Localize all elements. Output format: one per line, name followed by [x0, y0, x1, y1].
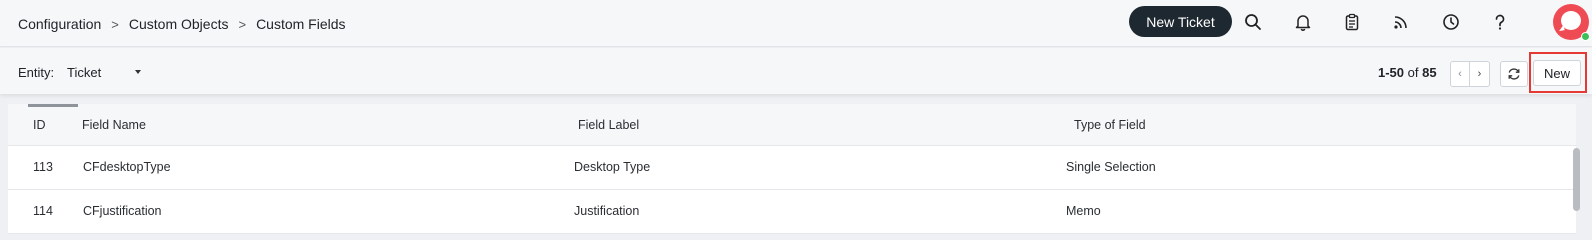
- table-header: ID Field Name Field Label Type of Field: [8, 104, 1576, 146]
- entity-select-value: Ticket: [67, 64, 102, 80]
- pagination-of: of: [1407, 65, 1419, 80]
- top-header: Configuration > Custom Objects > Custom …: [0, 0, 1592, 47]
- column-header-field-label[interactable]: Field Label: [578, 118, 639, 132]
- breadcrumb-separator: >: [238, 16, 247, 32]
- breadcrumb: Configuration > Custom Objects > Custom …: [18, 14, 346, 34]
- cell-id: 114: [33, 204, 53, 218]
- active-tab-indicator: [28, 104, 78, 107]
- column-header-field-name[interactable]: Field Name: [82, 118, 146, 132]
- clipboard-icon[interactable]: [1341, 11, 1363, 33]
- next-page-button[interactable]: ›: [1470, 61, 1490, 87]
- cell-field-name[interactable]: CFjustification: [83, 204, 162, 218]
- pagination-total: 85: [1422, 65, 1437, 80]
- cell-field-name[interactable]: CFdesktopType: [83, 160, 171, 174]
- pagination-range: 1-50: [1378, 65, 1405, 80]
- clock-icon[interactable]: [1440, 11, 1462, 33]
- bell-icon[interactable]: [1292, 11, 1314, 33]
- column-header-id[interactable]: ID: [33, 118, 46, 132]
- new-ticket-button[interactable]: New Ticket: [1129, 6, 1232, 37]
- entity-select[interactable]: Ticket: [67, 61, 145, 83]
- new-button[interactable]: New: [1533, 60, 1581, 86]
- toolbar: Entity: Ticket 1-50 of 85 ‹ ›: [0, 48, 1592, 94]
- cell-field-label: Desktop Type: [574, 160, 651, 174]
- custom-fields-table: ID Field Name Field Label Type of Field …: [8, 104, 1576, 234]
- breadcrumb-custom-objects[interactable]: Custom Objects: [129, 16, 229, 32]
- pagination-summary: 1-50 of 85: [1378, 65, 1437, 80]
- cell-type-of-field: Single Selection: [1066, 160, 1156, 174]
- online-status-indicator: [1581, 32, 1590, 41]
- avatar[interactable]: [1553, 4, 1590, 41]
- cell-id: 113: [33, 160, 53, 174]
- chevron-right-icon: ›: [1477, 68, 1482, 80]
- chevron-left-icon: ‹: [1458, 68, 1462, 80]
- rss-icon[interactable]: [1390, 11, 1412, 33]
- entity-label: Entity:: [18, 65, 55, 80]
- vertical-scrollbar[interactable]: [1573, 148, 1580, 211]
- previous-page-button[interactable]: ‹: [1450, 61, 1470, 87]
- breadcrumb-separator: >: [111, 16, 119, 32]
- chevron-down-icon: [135, 70, 141, 74]
- cell-type-of-field: Memo: [1066, 204, 1101, 218]
- cell-field-label: Justification: [574, 204, 640, 218]
- refresh-icon: [1508, 68, 1520, 80]
- table-row[interactable]: 113 CFdesktopType Desktop Type Single Se…: [8, 146, 1576, 190]
- help-icon[interactable]: [1489, 11, 1511, 33]
- column-header-type-of-field[interactable]: Type of Field: [1074, 118, 1146, 132]
- table-row[interactable]: 114 CFjustification Justification Memo: [8, 190, 1576, 234]
- breadcrumb-custom-fields: Custom Fields: [256, 16, 346, 32]
- breadcrumb-configuration[interactable]: Configuration: [18, 16, 101, 32]
- refresh-button[interactable]: [1500, 61, 1528, 87]
- search-icon[interactable]: [1242, 11, 1264, 33]
